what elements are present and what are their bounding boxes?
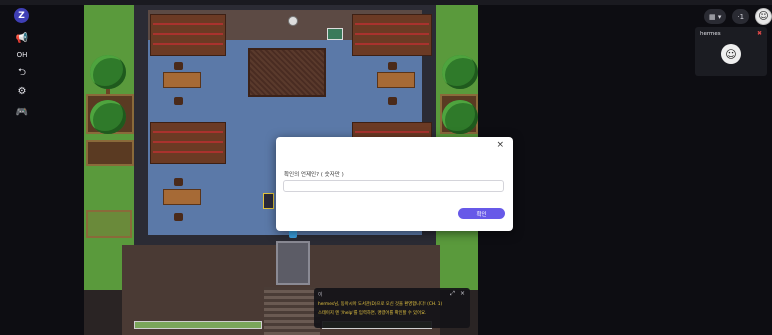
sign-board xyxy=(327,28,343,40)
megaphone-icon[interactable]: 📢 xyxy=(14,31,30,45)
participants-count[interactable]: ·1 xyxy=(732,9,750,24)
mic-muted-icon: ✖ xyxy=(756,30,762,37)
oh-button[interactable]: OH xyxy=(14,48,30,62)
hedge xyxy=(134,321,262,329)
rug xyxy=(248,48,326,97)
gear-icon[interactable]: ⚙ xyxy=(14,84,30,98)
study-table xyxy=(163,72,201,88)
sidebar: Z 📢 OH ⮌ ⚙ 🎮 xyxy=(8,5,38,335)
video-tile[interactable]: hermes ✖ ☺ xyxy=(695,27,767,76)
video-username: hermes xyxy=(700,31,721,37)
bookshelf xyxy=(352,14,432,56)
clock-icon xyxy=(288,16,298,26)
answer-input[interactable] xyxy=(283,180,504,192)
study-table xyxy=(377,72,415,88)
chat-panel: 이 ⤢ × hermes님, 동아시아 도서관(D)으로 오신 것을 환영합니다… xyxy=(314,288,470,328)
chair xyxy=(174,62,183,70)
dialog-question-label: 확인의 언제인? ( 숫자만 ) xyxy=(284,172,344,178)
tree xyxy=(90,55,126,89)
grass-left-lower xyxy=(84,245,122,290)
portal-marker[interactable] xyxy=(263,193,274,209)
grass-right-lower xyxy=(440,245,478,290)
exit-icon[interactable]: ⮌ xyxy=(14,66,30,80)
planter xyxy=(86,140,134,166)
tree xyxy=(442,100,478,134)
bookshelf xyxy=(150,14,226,56)
layout-toggle-button[interactable]: ▦ ▾ xyxy=(704,9,727,24)
chat-controls: ⤢ × xyxy=(450,290,465,298)
chair xyxy=(174,97,183,105)
stairs xyxy=(264,287,320,335)
user-avatar[interactable]: ☺ xyxy=(755,8,772,25)
app-logo[interactable]: Z xyxy=(14,8,29,23)
chair xyxy=(388,62,397,70)
chair xyxy=(388,97,397,105)
expand-icon[interactable]: ⤢ xyxy=(450,290,455,298)
chat-badge: 이 xyxy=(318,292,323,298)
confirm-button[interactable]: 확인 xyxy=(458,208,505,219)
chair xyxy=(174,178,183,186)
video-avatar: ☺ xyxy=(721,44,741,64)
answer-dialog: × 확인의 언제인? ( 숫자만 ) 확인 xyxy=(276,137,513,231)
chair xyxy=(174,213,183,221)
gamepad-icon[interactable]: 🎮 xyxy=(14,105,30,119)
bookshelf xyxy=(150,122,226,164)
study-table xyxy=(163,189,201,205)
tree xyxy=(442,55,478,89)
flower-bed xyxy=(86,210,132,238)
elevator-door[interactable] xyxy=(276,241,310,285)
top-right-controls: ▦ ▾ ·1 ☺ xyxy=(704,8,772,25)
close-icon[interactable]: × xyxy=(496,140,504,150)
tree xyxy=(90,100,126,134)
chat-message: hermes님, 동아시아 도서관(D)으로 오신 것을 환영합니다! (CH.… xyxy=(318,302,443,307)
close-icon[interactable]: × xyxy=(460,290,465,298)
chat-message: 스테이지 엔 '/help'를 입력하면, 명령어를 확인할 수 있어요. xyxy=(318,311,427,316)
